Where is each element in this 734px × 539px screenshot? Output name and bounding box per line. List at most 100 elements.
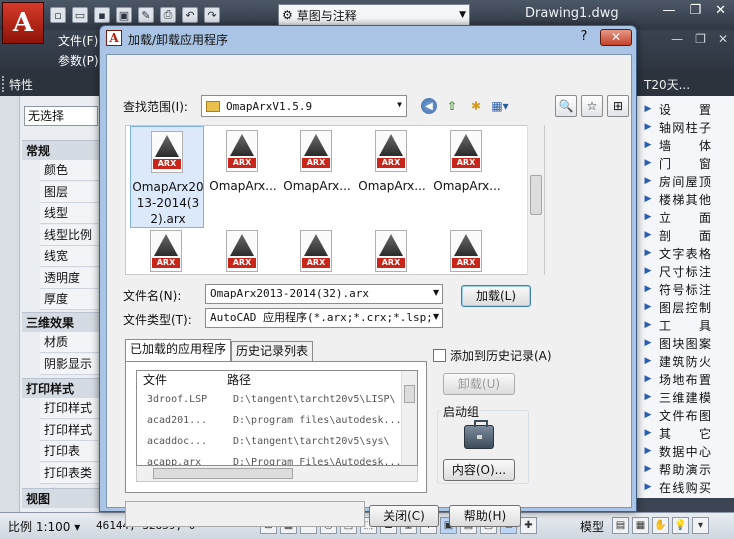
t20-menu-item[interactable]: ▶ 设 置	[637, 100, 734, 118]
checkbox-box[interactable]	[433, 349, 446, 362]
help-icon[interactable]: ?	[574, 29, 594, 47]
tab-loaded-apps[interactable]: 已加载的应用程序	[125, 339, 232, 361]
quick-view-drawings-icon[interactable]: ▦	[632, 517, 649, 534]
property-row[interactable]: 打印表类型	[40, 462, 100, 501]
selection-dropdown[interactable]: 无选择	[24, 106, 98, 126]
property-section[interactable]: 视图	[22, 488, 100, 508]
table-row[interactable]: acad201... D:\program files\autodesk...	[137, 410, 401, 431]
file-item[interactable]: ARX	[355, 226, 429, 274]
annotation-monitor-icon[interactable]: ✚	[520, 517, 537, 534]
t20-menu-item[interactable]: ▶ 图层控制	[637, 298, 734, 316]
close-icon[interactable]: ✕	[715, 3, 726, 18]
t20-menu-item[interactable]: ▶ 其 它	[637, 424, 734, 442]
favorites-icon[interactable]: ☆	[581, 95, 603, 117]
filetype-dropdown[interactable]: AutoCAD 应用程序(*.arx;*.crx;*.lsp;*	[205, 308, 443, 328]
table-vertical-scrollbar[interactable]	[401, 371, 417, 465]
view-menu-icon[interactable]: ▦▾	[491, 97, 509, 115]
add-favorite-icon[interactable]: ⊞	[607, 95, 629, 117]
t20-menu-item[interactable]: ▶ 房间屋顶	[637, 172, 734, 190]
property-row[interactable]: 阴影显示	[40, 353, 100, 375]
close-dialog-button[interactable]: 关闭(C)	[369, 505, 439, 527]
redo-icon[interactable]: ↷	[204, 7, 220, 23]
property-row[interactable]: 打印样式表	[40, 419, 100, 458]
help-button[interactable]: 帮助(H)	[449, 505, 521, 527]
dialog-titlebar[interactable]: A 加载/卸载应用程序 ? ✕	[100, 26, 636, 52]
table-horizontal-scrollbar[interactable]	[136, 466, 418, 482]
tab-history[interactable]: 历史记录列表	[231, 341, 314, 361]
property-row[interactable]: 颜色	[40, 160, 100, 181]
t20-menu-item[interactable]: ▶ 图块图案	[637, 334, 734, 352]
t20-menu-item[interactable]: ▶ 文字表格	[637, 244, 734, 262]
save-icon[interactable]: ▪	[94, 7, 110, 23]
t20-menu-item[interactable]: ▶ 在线购买	[637, 478, 734, 496]
property-row[interactable]: 线宽	[40, 246, 100, 267]
publish-icon[interactable]: ✎	[138, 7, 154, 23]
property-row[interactable]: 透明度	[40, 267, 100, 289]
property-section[interactable]: 常规	[22, 140, 100, 160]
t20-menu-item[interactable]: ▶ 立 面	[637, 208, 734, 226]
filename-input[interactable]: OmapArx2013-2014(32).arx	[205, 284, 443, 304]
lookin-dropdown[interactable]: OmapArxV1.5.9 ▼	[201, 95, 407, 117]
property-row[interactable]: 线型	[40, 203, 100, 224]
col-path[interactable]: 路径	[221, 371, 251, 389]
file-list-scrollbar[interactable]	[527, 125, 544, 275]
t20-menu-item[interactable]: ▶ 数据中心	[637, 442, 734, 460]
file-item[interactable]: ARX OmapArx...	[430, 126, 504, 228]
close-button[interactable]: ✕	[600, 29, 632, 46]
model-space-button[interactable]: 模型	[580, 518, 604, 535]
menu-file[interactable]: 文件(F)	[58, 32, 98, 49]
chevron-down-icon[interactable]: ▼	[433, 288, 439, 297]
file-item[interactable]: ARX	[430, 226, 504, 274]
t20-menu-item[interactable]: ▶ 轴网柱子	[637, 118, 734, 136]
property-row[interactable]: 线型比例	[40, 224, 100, 246]
find-icon[interactable]: 🔍	[555, 95, 577, 117]
grip-icon[interactable]	[2, 76, 5, 92]
new-folder-icon[interactable]: ✱	[467, 97, 485, 115]
file-item[interactable]: ARX	[280, 226, 354, 274]
quick-view-layouts-icon[interactable]: ▤	[612, 517, 629, 534]
workspace-dropdown[interactable]: ⚙ 草图与注释 ▼	[278, 4, 470, 26]
minimize-icon[interactable]: —	[662, 3, 675, 18]
maximize-icon[interactable]: ❐	[689, 3, 701, 18]
file-item[interactable]: ARX	[130, 226, 204, 274]
t20-menu-item[interactable]: ▶ 楼梯其他	[637, 190, 734, 208]
scroll-thumb[interactable]	[153, 468, 293, 479]
file-item[interactable]: ARX OmapArx...	[355, 126, 429, 228]
t20-menu-item[interactable]: ▶ 三维建模	[637, 388, 734, 406]
t20-menu-item[interactable]: ▶ 帮助演示	[637, 460, 734, 478]
doc-close-icon[interactable]: ✕	[718, 32, 728, 46]
lightbulb-icon[interactable]: 💡	[672, 517, 689, 534]
property-row[interactable]: 打印表附...	[40, 441, 100, 479]
undo-icon[interactable]: ↶	[182, 7, 198, 23]
property-section[interactable]: 三维效果	[22, 312, 100, 332]
table-row[interactable]: 3droof.LSP D:\tangent\tarcht20v5\LISP\	[137, 389, 401, 410]
t20-menu-item[interactable]: ▶ 文件布图	[637, 406, 734, 424]
save-as-icon[interactable]: ▣	[116, 7, 132, 23]
file-item[interactable]: ARX OmapArx...	[280, 126, 354, 228]
doc-minimize-icon[interactable]: —	[671, 32, 683, 46]
load-button[interactable]: 加载(L)	[461, 285, 531, 307]
table-row[interactable]: acaddoc... D:\tangent\tarcht20v5\sys\	[137, 431, 401, 452]
add-to-history-checkbox[interactable]: 添加到历史记录(A)	[433, 347, 552, 364]
t20-menu-item[interactable]: ▶ 工 具	[637, 316, 734, 334]
scroll-thumb[interactable]	[404, 385, 415, 403]
application-menu-button[interactable]: A	[2, 2, 44, 44]
property-row[interactable]: 厚度	[40, 289, 100, 310]
t20-menu-item[interactable]: ▶ 符号标注	[637, 280, 734, 298]
contents-button[interactable]: 内容(O)...	[443, 459, 515, 481]
plot-icon[interactable]: ⎙	[160, 7, 176, 23]
file-item[interactable]: ARX	[206, 226, 280, 274]
table-row[interactable]: acapp.arx D:\Program Files\Autodesk...	[137, 452, 401, 465]
annotation-scale[interactable]: 比例 1:100 ▾	[8, 518, 80, 535]
t20-menu-item[interactable]: ▶ 门 窗	[637, 154, 734, 172]
chevron-down-icon[interactable]: ▼	[433, 312, 440, 321]
property-section[interactable]: 打印样式	[22, 378, 100, 398]
open-file-icon[interactable]: ▭	[72, 7, 88, 23]
up-folder-icon[interactable]: ⇧	[443, 97, 461, 115]
file-item[interactable]: ARX OmapArx2013-2014(32).arx	[130, 126, 204, 228]
property-row[interactable]: 打印样式	[40, 398, 100, 419]
t20-menu-item[interactable]: ▶ 建筑防火	[637, 352, 734, 370]
menu-param[interactable]: 参数(P)	[58, 52, 99, 69]
back-icon[interactable]: ◀	[421, 98, 437, 114]
col-file[interactable]: 文件	[137, 371, 167, 389]
